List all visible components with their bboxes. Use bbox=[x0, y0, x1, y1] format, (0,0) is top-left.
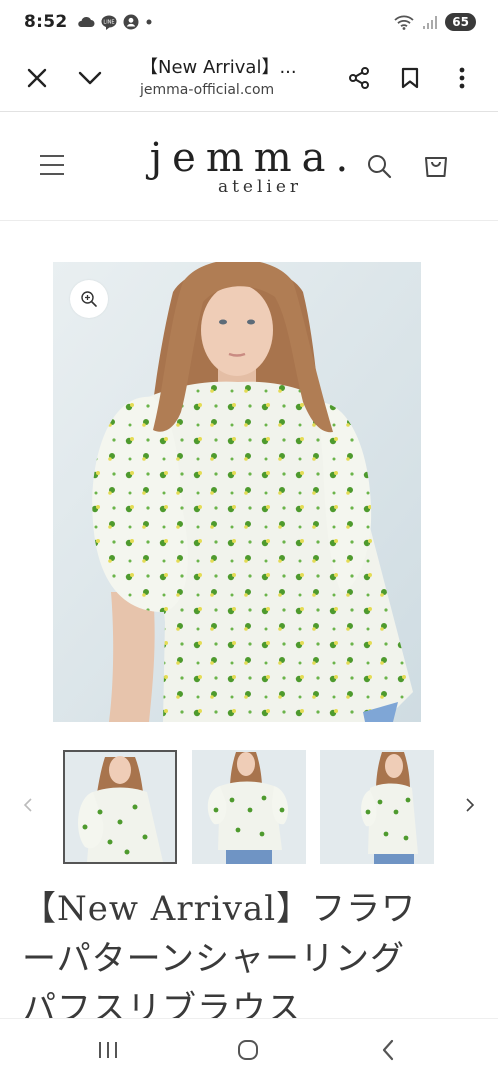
thumbnail-photo bbox=[65, 752, 175, 862]
recents-button[interactable] bbox=[78, 1019, 138, 1080]
browser-toolbar: 【New Arrival】... jemma-official.com bbox=[0, 44, 498, 112]
dot-icon bbox=[146, 19, 152, 25]
search-icon bbox=[368, 155, 392, 179]
minimize-button[interactable] bbox=[72, 44, 108, 112]
wifi-icon bbox=[394, 15, 414, 30]
signal-icon bbox=[423, 15, 438, 29]
carousel-next-button[interactable] bbox=[460, 790, 480, 820]
cart-button[interactable] bbox=[420, 149, 452, 181]
product-title: 【New Arrival】フラワ ーパターンシャーリング パフスリブラウス bbox=[22, 884, 482, 1034]
share-button[interactable] bbox=[342, 44, 376, 112]
bookmark-button[interactable] bbox=[396, 44, 424, 112]
chevron-down-icon bbox=[78, 71, 102, 85]
line-icon: LINE bbox=[101, 15, 117, 30]
status-time: 8:52 bbox=[24, 12, 68, 32]
thumbnail-3[interactable] bbox=[320, 750, 434, 864]
battery-badge: 65 bbox=[445, 13, 476, 31]
home-button[interactable] bbox=[218, 1019, 278, 1080]
cloud-icon bbox=[78, 16, 95, 27]
close-icon bbox=[27, 68, 47, 88]
back-icon bbox=[382, 1039, 394, 1061]
close-tab-button[interactable] bbox=[20, 44, 54, 112]
chevron-right-icon bbox=[466, 798, 475, 812]
svg-text:LINE: LINE bbox=[104, 19, 115, 25]
share-icon bbox=[349, 67, 369, 89]
chevron-left-icon bbox=[23, 798, 32, 812]
search-button[interactable] bbox=[364, 151, 394, 181]
thumbnail-photo bbox=[320, 750, 434, 864]
back-button[interactable] bbox=[358, 1019, 418, 1080]
thumbnail-carousel bbox=[0, 750, 498, 865]
bookmark-icon bbox=[401, 67, 419, 89]
browser-page-title: 【New Arrival】... bbox=[140, 57, 297, 78]
home-icon bbox=[238, 1040, 258, 1060]
recents-icon bbox=[99, 1042, 117, 1058]
product-title-line-2: ーパターンシャーリング bbox=[22, 939, 405, 979]
site-header: jemma. atelier bbox=[0, 113, 498, 221]
carousel-prev-button[interactable] bbox=[18, 790, 38, 820]
cart-icon bbox=[425, 157, 447, 177]
browser-title-block[interactable]: 【New Arrival】... jemma-official.com bbox=[140, 53, 315, 98]
product-photo bbox=[53, 262, 421, 722]
zoom-in-icon bbox=[81, 291, 97, 307]
zoom-button[interactable] bbox=[70, 280, 108, 318]
thumbnail-2[interactable] bbox=[192, 750, 306, 864]
more-options-button[interactable] bbox=[448, 44, 476, 112]
product-title-line-1: 【New Arrival】フラワ bbox=[22, 889, 417, 929]
product-main-image[interactable] bbox=[53, 262, 421, 722]
thumbnail-1[interactable] bbox=[63, 750, 177, 864]
account-icon bbox=[123, 14, 139, 30]
more-vert-icon bbox=[459, 67, 465, 89]
browser-url: jemma-official.com bbox=[140, 82, 275, 98]
system-nav-bar bbox=[0, 1018, 498, 1080]
thumbnail-photo bbox=[192, 750, 306, 864]
status-bar: 8:52 LINE 65 bbox=[0, 0, 498, 44]
